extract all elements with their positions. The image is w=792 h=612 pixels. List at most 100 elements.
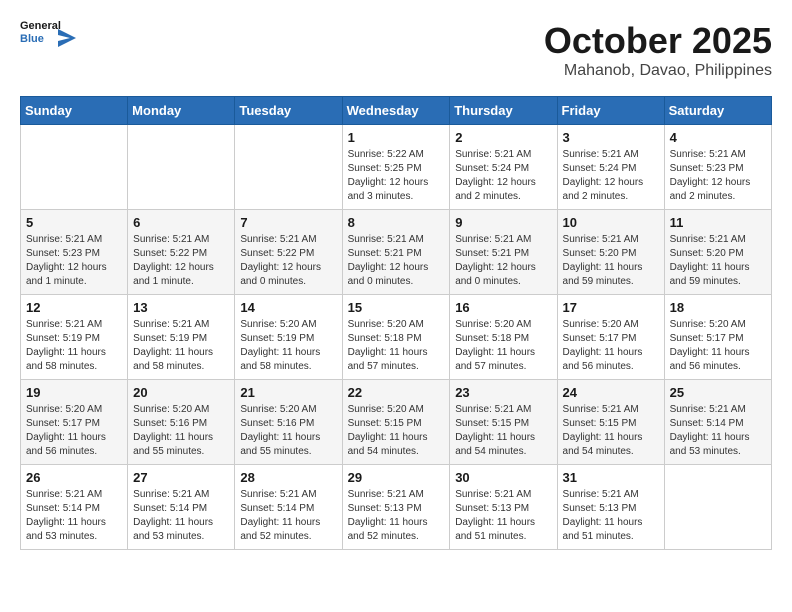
calendar-cell: 18 Sunrise: 5:20 AM Sunset: 5:17 PM Dayli… <box>664 295 771 380</box>
calendar-cell: 16 Sunrise: 5:20 AM Sunset: 5:18 PM Dayli… <box>450 295 557 380</box>
calendar-cell: 6 Sunrise: 5:21 AM Sunset: 5:22 PM Daylig… <box>128 210 235 295</box>
calendar-cell: 17 Sunrise: 5:20 AM Sunset: 5:17 PM Dayli… <box>557 295 664 380</box>
calendar-cell: 5 Sunrise: 5:21 AM Sunset: 5:23 PM Daylig… <box>21 210 128 295</box>
calendar-cell: 11 Sunrise: 5:21 AM Sunset: 5:20 PM Dayli… <box>664 210 771 295</box>
calendar-cell: 27Sunrise: 5:21 AM Sunset: 5:14 PM Dayli… <box>128 465 235 550</box>
calendar-cell: 14 Sunrise: 5:20 AM Sunset: 5:19 PM Dayli… <box>235 295 342 380</box>
day-info: Sunrise: 5:21 AM Sunset: 5:19 PM Dayligh… <box>133 318 229 374</box>
day-number: 16 <box>455 300 551 315</box>
day-number: 9 <box>455 215 551 230</box>
calendar-cell: 19 Sunrise: 5:20 AM Sunset: 5:17 PM Dayli… <box>21 380 128 465</box>
weekday-header-tuesday: Tuesday <box>235 97 342 125</box>
day-info: Sunrise: 5:21 AM Sunset: 5:22 PM Dayligh… <box>133 233 229 289</box>
day-number: 15 <box>348 300 445 315</box>
calendar-cell <box>664 465 771 550</box>
day-number: 7 <box>240 215 336 230</box>
day-number: 6 <box>133 215 229 230</box>
calendar-cell: 28 Sunrise: 5:21 AM Sunset: 5:14 PM Dayli… <box>235 465 342 550</box>
day-info: Sunrise: 5:21 AM Sunset: 5:14 PM Dayligh… <box>26 488 122 544</box>
weekday-header-saturday: Saturday <box>664 97 771 125</box>
day-info: Sunrise: 5:21 AM Sunset: 5:13 PM Dayligh… <box>563 488 659 544</box>
calendar-cell: 20 Sunrise: 5:20 AM Sunset: 5:16 PM Dayli… <box>128 380 235 465</box>
weekday-header-wednesday: Wednesday <box>342 97 450 125</box>
header: General Blue October 2025 Mahanob, Davao… <box>20 20 772 80</box>
day-number: 25 <box>670 385 766 400</box>
calendar-cell: 24 Sunrise: 5:21 AM Sunset: 5:15 PM Dayli… <box>557 380 664 465</box>
day-number: 24 <box>563 385 659 400</box>
calendar-cell: 31 Sunrise: 5:21 AM Sunset: 5:13 PM Dayli… <box>557 465 664 550</box>
day-number: 5 <box>26 215 122 230</box>
day-info: Sunrise: 5:21 AM Sunset: 5:21 PM Dayligh… <box>348 233 445 289</box>
day-info: Sunrise: 5:20 AM Sunset: 5:15 PM Dayligh… <box>348 403 445 459</box>
day-number: 11 <box>670 215 766 230</box>
weekday-header-thursday: Thursday <box>450 97 557 125</box>
calendar-cell <box>128 125 235 210</box>
day-number: 20 <box>133 385 229 400</box>
day-info: Sunrise: 5:21 AM Sunset: 5:14 PM Dayligh… <box>133 488 229 544</box>
day-number: 21 <box>240 385 336 400</box>
day-number: 14 <box>240 300 336 315</box>
calendar-cell: 4Sunrise: 5:21 AM Sunset: 5:23 PM Daylig… <box>664 125 771 210</box>
day-number: 8 <box>348 215 445 230</box>
week-row-4: 19 Sunrise: 5:20 AM Sunset: 5:17 PM Dayli… <box>21 380 772 465</box>
weekday-header-friday: Friday <box>557 97 664 125</box>
day-info: Sunrise: 5:20 AM Sunset: 5:18 PM Dayligh… <box>455 318 551 374</box>
week-row-3: 12 Sunrise: 5:21 AM Sunset: 5:19 PM Dayli… <box>21 295 772 380</box>
day-info: Sunrise: 5:21 AM Sunset: 5:22 PM Dayligh… <box>240 233 336 289</box>
day-info: Sunrise: 5:20 AM Sunset: 5:17 PM Dayligh… <box>26 403 122 459</box>
calendar-cell: 23Sunrise: 5:21 AM Sunset: 5:15 PM Dayli… <box>450 380 557 465</box>
day-info: Sunrise: 5:21 AM Sunset: 5:21 PM Dayligh… <box>455 233 551 289</box>
calendar-cell: 9 Sunrise: 5:21 AM Sunset: 5:21 PM Daylig… <box>450 210 557 295</box>
day-number: 26 <box>26 470 122 485</box>
logo-graphic: General Blue <box>20 20 76 56</box>
day-number: 1 <box>348 130 445 145</box>
calendar-cell <box>21 125 128 210</box>
day-info: Sunrise: 5:21 AM Sunset: 5:14 PM Dayligh… <box>670 403 766 459</box>
day-number: 31 <box>563 470 659 485</box>
calendar-cell: 26 Sunrise: 5:21 AM Sunset: 5:14 PM Dayli… <box>21 465 128 550</box>
calendar-cell: 22Sunrise: 5:20 AM Sunset: 5:15 PM Dayli… <box>342 380 450 465</box>
day-number: 3 <box>563 130 659 145</box>
calendar-cell: 2Sunrise: 5:21 AM Sunset: 5:24 PM Daylig… <box>450 125 557 210</box>
location-title: Mahanob, Davao, Philippines <box>544 62 772 80</box>
day-info: Sunrise: 5:20 AM Sunset: 5:17 PM Dayligh… <box>670 318 766 374</box>
month-title: October 2025 <box>544 20 772 62</box>
calendar-cell: 8 Sunrise: 5:21 AM Sunset: 5:21 PM Daylig… <box>342 210 450 295</box>
calendar-cell: 29 Sunrise: 5:21 AM Sunset: 5:13 PM Dayli… <box>342 465 450 550</box>
day-info: Sunrise: 5:20 AM Sunset: 5:18 PM Dayligh… <box>348 318 445 374</box>
day-number: 28 <box>240 470 336 485</box>
day-number: 2 <box>455 130 551 145</box>
calendar-cell: 21Sunrise: 5:20 AM Sunset: 5:16 PM Dayli… <box>235 380 342 465</box>
calendar: SundayMondayTuesdayWednesdayThursdayFrid… <box>20 96 772 550</box>
day-number: 12 <box>26 300 122 315</box>
day-info: Sunrise: 5:20 AM Sunset: 5:19 PM Dayligh… <box>240 318 336 374</box>
day-info: Sunrise: 5:21 AM Sunset: 5:13 PM Dayligh… <box>348 488 445 544</box>
day-number: 18 <box>670 300 766 315</box>
day-info: Sunrise: 5:21 AM Sunset: 5:19 PM Dayligh… <box>26 318 122 374</box>
day-info: Sunrise: 5:20 AM Sunset: 5:16 PM Dayligh… <box>133 403 229 459</box>
calendar-cell: 12 Sunrise: 5:21 AM Sunset: 5:19 PM Dayli… <box>21 295 128 380</box>
calendar-cell: 3Sunrise: 5:21 AM Sunset: 5:24 PM Daylig… <box>557 125 664 210</box>
title-area: October 2025 Mahanob, Davao, Philippines <box>544 20 772 80</box>
calendar-cell: 30Sunrise: 5:21 AM Sunset: 5:13 PM Dayli… <box>450 465 557 550</box>
day-info: Sunrise: 5:21 AM Sunset: 5:15 PM Dayligh… <box>563 403 659 459</box>
day-info: Sunrise: 5:21 AM Sunset: 5:14 PM Dayligh… <box>240 488 336 544</box>
day-info: Sunrise: 5:22 AM Sunset: 5:25 PM Dayligh… <box>348 148 445 204</box>
day-info: Sunrise: 5:21 AM Sunset: 5:20 PM Dayligh… <box>670 233 766 289</box>
week-row-2: 5 Sunrise: 5:21 AM Sunset: 5:23 PM Daylig… <box>21 210 772 295</box>
day-info: Sunrise: 5:21 AM Sunset: 5:13 PM Dayligh… <box>455 488 551 544</box>
weekday-header-monday: Monday <box>128 97 235 125</box>
day-number: 10 <box>563 215 659 230</box>
logo: General Blue <box>20 20 76 56</box>
day-info: Sunrise: 5:21 AM Sunset: 5:23 PM Dayligh… <box>670 148 766 204</box>
calendar-cell: 7 Sunrise: 5:21 AM Sunset: 5:22 PM Daylig… <box>235 210 342 295</box>
day-number: 29 <box>348 470 445 485</box>
weekday-header-sunday: Sunday <box>21 97 128 125</box>
day-number: 17 <box>563 300 659 315</box>
calendar-cell: 25 Sunrise: 5:21 AM Sunset: 5:14 PM Dayli… <box>664 380 771 465</box>
week-row-1: 1 Sunrise: 5:22 AM Sunset: 5:25 PM Daylig… <box>21 125 772 210</box>
day-info: Sunrise: 5:21 AM Sunset: 5:20 PM Dayligh… <box>563 233 659 289</box>
day-number: 19 <box>26 385 122 400</box>
day-info: Sunrise: 5:20 AM Sunset: 5:17 PM Dayligh… <box>563 318 659 374</box>
day-info: Sunrise: 5:21 AM Sunset: 5:23 PM Dayligh… <box>26 233 122 289</box>
